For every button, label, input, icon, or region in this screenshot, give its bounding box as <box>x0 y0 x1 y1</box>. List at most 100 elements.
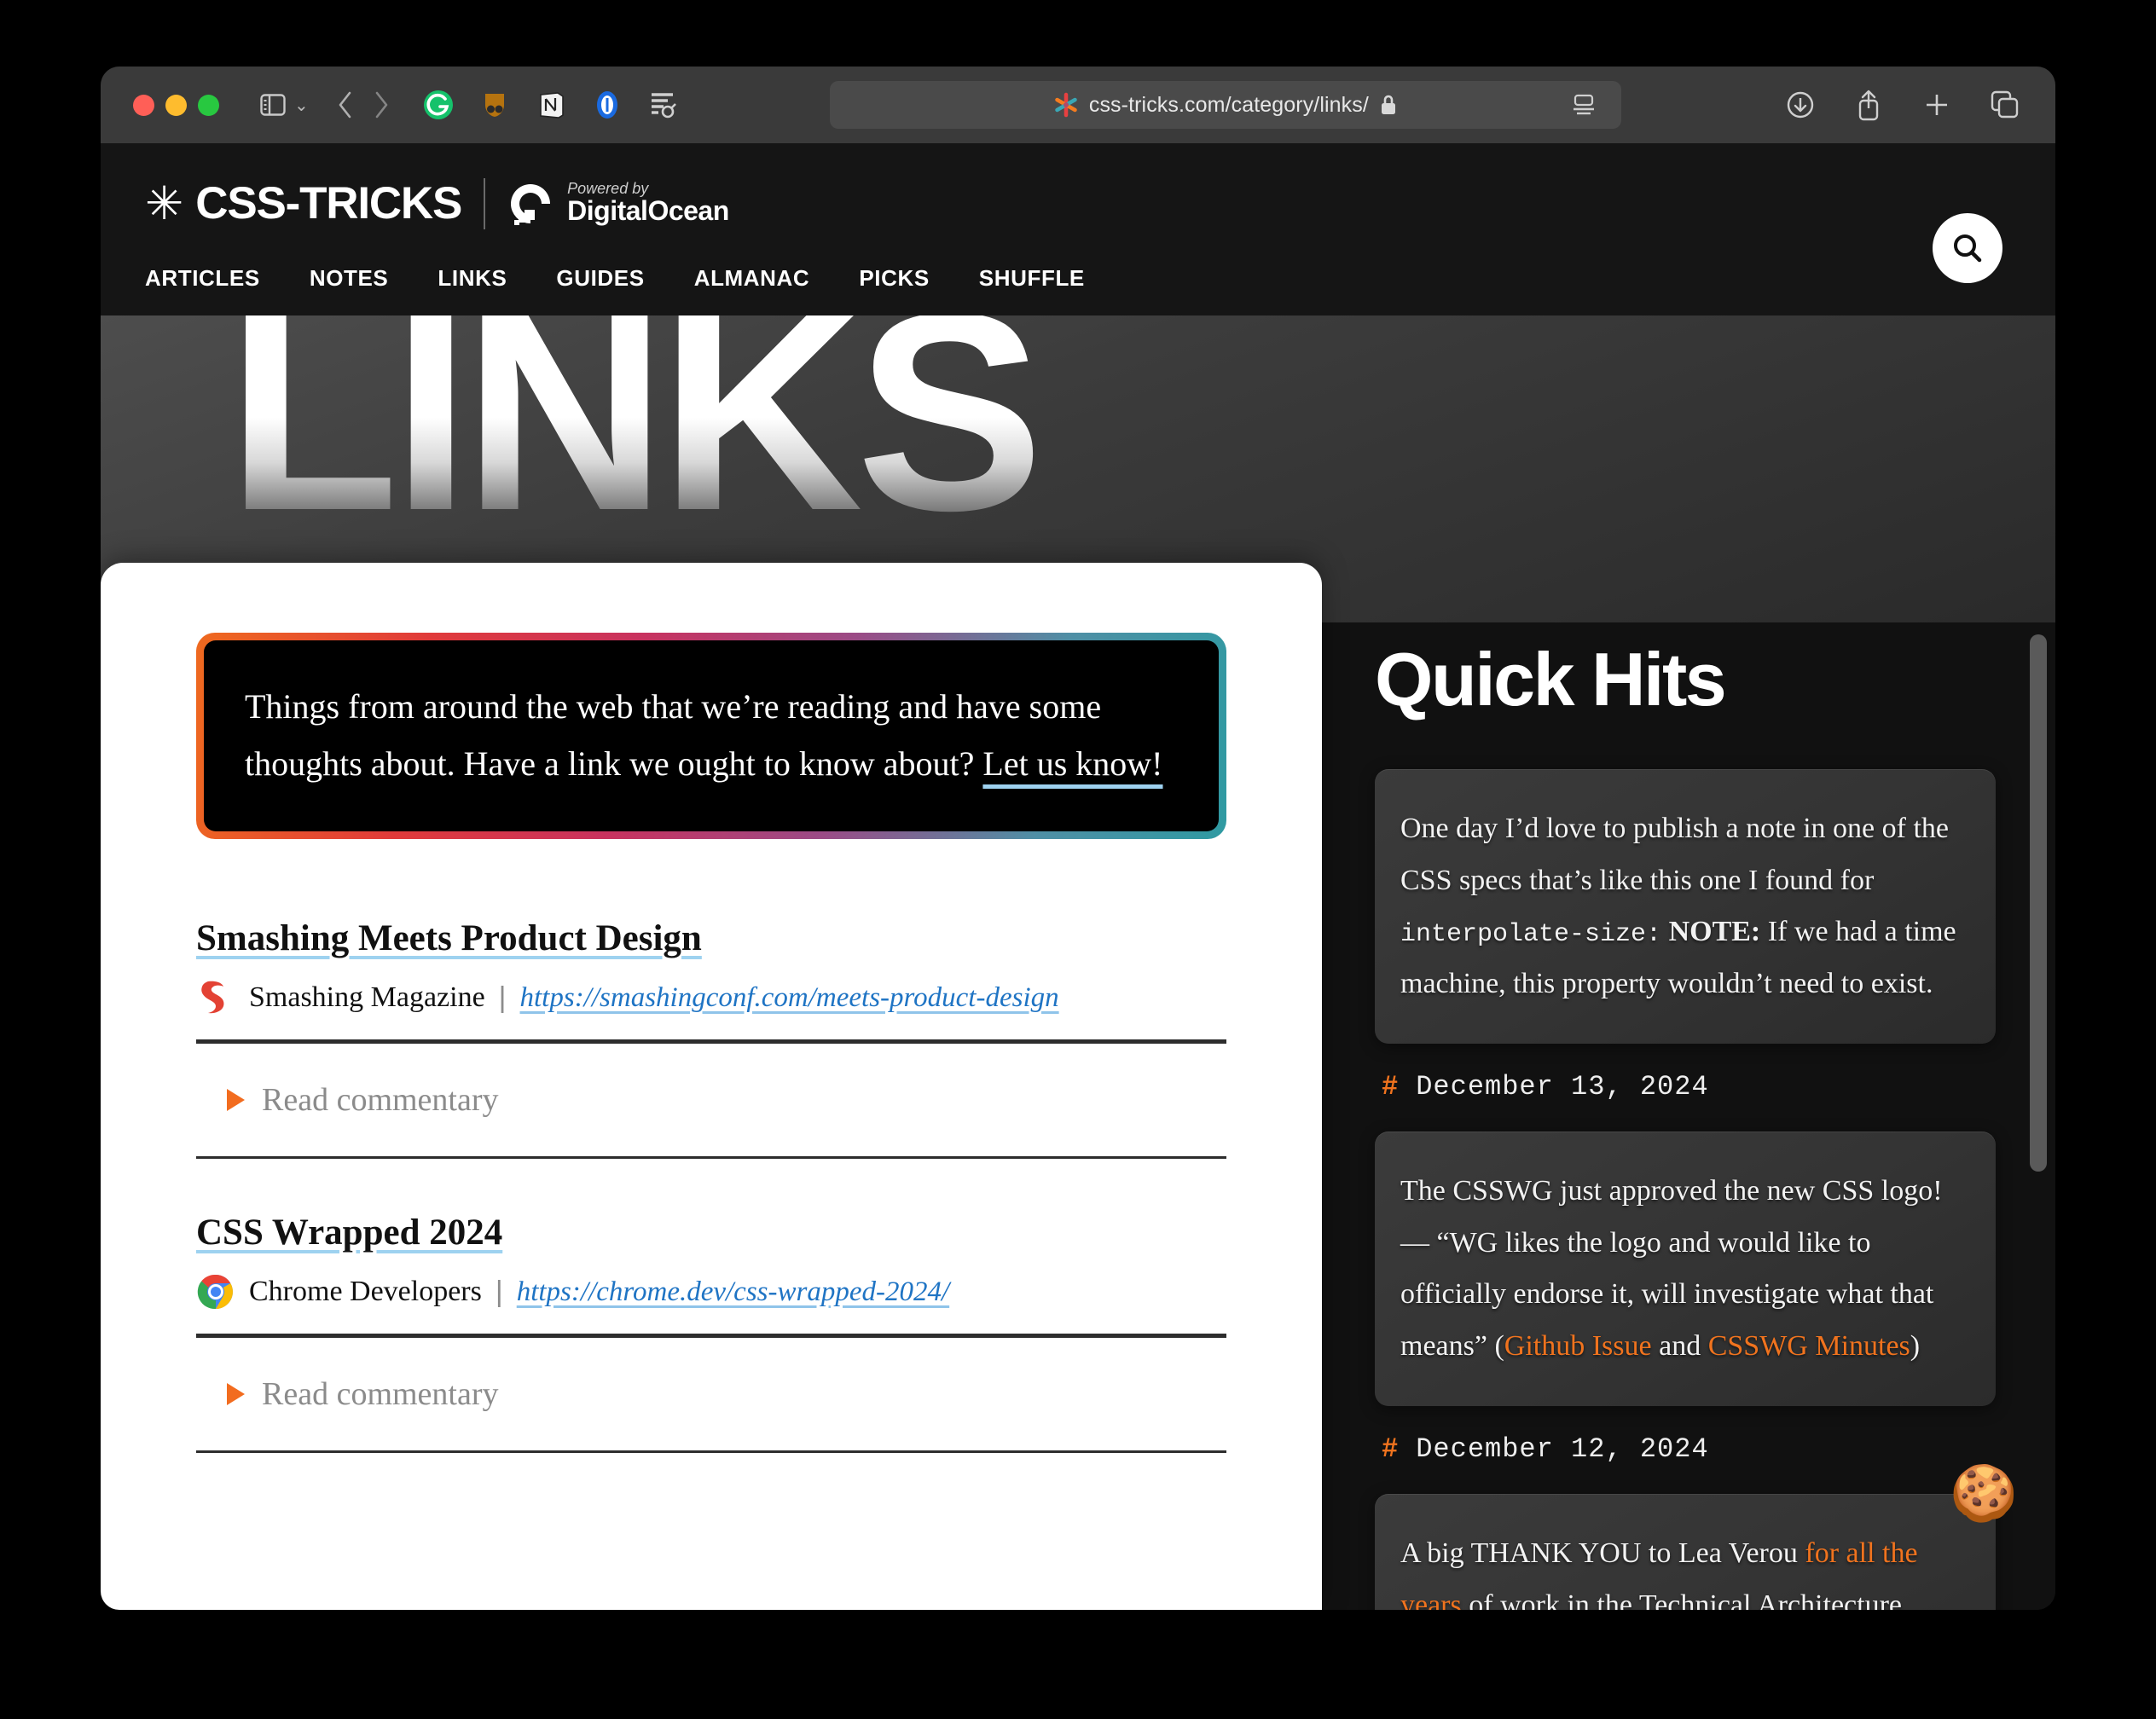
nav-item-links[interactable]: LINKS <box>438 265 507 292</box>
digitalocean-icon <box>511 183 551 225</box>
css-tricks-star-icon: ✳ <box>145 177 184 229</box>
quick-hit-code: interpolate-size: <box>1400 920 1662 950</box>
intro-text-before: Things from around the web that we’re re… <box>245 687 1102 784</box>
quick-hit-date-label: December 12, 2024 <box>1416 1433 1709 1466</box>
link-entry-title[interactable]: Smashing Meets Product Design <box>196 917 702 959</box>
site-brand-name: CSS-TRICKS <box>195 178 462 229</box>
quick-hit-date[interactable]: # December 13, 2024 <box>1382 1071 1996 1103</box>
csswg-minutes-link[interactable]: CSSWG Minutes <box>1708 1330 1910 1362</box>
browser-window: ⌄ css-tricks.com/category/links/ ✳ CSS-T… <box>101 67 2055 1610</box>
quick-hit-mid: and <box>1651 1329 1708 1362</box>
link-entry: CSS Wrapped 2024 Chrome Developers | htt… <box>196 1212 1226 1454</box>
nav-item-notes[interactable]: NOTES <box>310 265 389 292</box>
intro-callout: Things from around the web that we’re re… <box>196 633 1226 840</box>
tab-overview-icon[interactable] <box>1987 87 2023 123</box>
entry-divider-thin <box>196 1156 1226 1160</box>
quick-hit-card: 🍪 A big THANK YOU to Lea Verou for all t… <box>1375 1462 2018 1610</box>
cookie-emoji-icon: 🍪 <box>1950 1462 2018 1525</box>
quick-hit-text: The CSSWG just approved the new CSS logo… <box>1400 1166 1965 1372</box>
chrome-icon <box>196 1272 235 1311</box>
read-commentary-toggle[interactable]: Read commentary <box>196 1338 1226 1450</box>
quick-hit-note-label: NOTE: <box>1661 916 1761 948</box>
raindrop-extension-icon[interactable] <box>646 88 681 122</box>
entry-divider-thin <box>196 1450 1226 1454</box>
quick-hit-card: One day I’d love to publish a note in on… <box>1375 769 1996 1045</box>
sponsor-name: DigitalOcean <box>567 195 729 227</box>
search-icon <box>1954 234 1982 263</box>
hash-anchor-icon: # <box>1382 1433 1400 1466</box>
notion-extension-icon[interactable] <box>534 88 568 122</box>
let-us-know-link[interactable]: Let us know! <box>982 744 1162 783</box>
link-entry: Smashing Meets Product Design Smashing M… <box>196 917 1226 1160</box>
link-entry-source: Smashing Magazine <box>249 981 485 1014</box>
smashing-magazine-icon <box>196 978 235 1017</box>
link-entry-meta: Chrome Developers | https://chrome.dev/c… <box>196 1272 1226 1334</box>
address-bar-container: css-tricks.com/category/links/ <box>681 81 1771 129</box>
nav-item-picks[interactable]: PICKS <box>859 265 929 292</box>
share-icon[interactable] <box>1851 87 1886 123</box>
quick-hit-part1: One day I’d love to publish a note in on… <box>1400 813 1950 896</box>
forward-arrow-icon[interactable] <box>363 87 399 123</box>
window-controls <box>133 94 219 116</box>
grammarly-extension-icon[interactable] <box>421 88 455 122</box>
intro-callout-inner: Things from around the web that we’re re… <box>204 640 1219 832</box>
link-entry-url[interactable]: https://chrome.dev/css-wrapped-2024/ <box>517 1276 949 1308</box>
links-content-card: Things from around the web that we’re re… <box>101 563 1322 1610</box>
page-body: Things from around the web that we’re re… <box>101 563 2055 1610</box>
read-commentary-toggle[interactable]: Read commentary <box>196 1044 1226 1156</box>
css-tricks-star-favicon <box>1055 92 1077 118</box>
downloads-icon[interactable] <box>1782 87 1818 123</box>
close-window-button[interactable] <box>133 94 154 116</box>
url-text: css-tricks.com/category/links/ <box>1088 92 1369 117</box>
bitwarden-extension-icon[interactable] <box>478 88 512 122</box>
toolbar-right-icons <box>1782 87 2023 123</box>
quick-hit-date-label: December 13, 2024 <box>1416 1071 1709 1103</box>
lock-icon <box>1381 95 1395 114</box>
address-bar[interactable]: css-tricks.com/category/links/ <box>829 81 1621 129</box>
1password-extension-icon[interactable] <box>590 88 624 122</box>
page-title: LINKS <box>227 315 1044 553</box>
meta-divider: | <box>495 1275 503 1308</box>
link-entry-url[interactable]: https://smashingconf.com/meets-product-d… <box>520 982 1059 1014</box>
quick-hit-date[interactable]: # December 12, 2024 <box>1382 1433 1996 1465</box>
link-entry-source: Chrome Developers <box>249 1276 482 1308</box>
page-scrollbar[interactable] <box>2030 634 2047 1172</box>
site-logo[interactable]: ✳ CSS-TRICKS <box>145 177 462 229</box>
reader-mode-icon[interactable] <box>1560 88 1608 122</box>
site-header: ✳ CSS-TRICKS Powered by DigitalOcean ART… <box>101 143 2055 315</box>
read-commentary-label: Read commentary <box>262 1376 499 1413</box>
nav-item-almanac[interactable]: ALMANAC <box>694 265 810 292</box>
nav-item-shuffle[interactable]: SHUFFLE <box>979 265 1085 292</box>
sidebar-icon[interactable] <box>255 87 291 123</box>
hash-anchor-icon: # <box>1382 1071 1400 1103</box>
quick-hit-part2: of work in the Technical Architecture Gr… <box>1469 1589 1902 1610</box>
meta-divider: | <box>498 981 507 1014</box>
site-nav: ARTICLES NOTES LINKS GUIDES ALMANAC PICK… <box>145 265 2011 292</box>
link-entry-title[interactable]: CSS Wrapped 2024 <box>196 1212 502 1253</box>
logo-divider <box>484 177 486 229</box>
read-commentary-label: Read commentary <box>262 1082 499 1119</box>
quick-hits-heading: Quick Hits <box>1375 637 1727 721</box>
disclosure-triangle-icon <box>227 1089 245 1112</box>
quick-hit-card: The CSSWG just approved the new CSS logo… <box>1375 1132 1996 1407</box>
quick-hit-text: One day I’d love to publish a note in on… <box>1400 803 1965 1010</box>
link-entry-meta: Smashing Magazine | https://smashingconf… <box>196 978 1226 1039</box>
extension-icons <box>421 88 681 122</box>
github-issue-link[interactable]: Github Issue <box>1504 1330 1652 1362</box>
intro-text: Things from around the web that we’re re… <box>245 678 1178 792</box>
quick-hit-part2: ) <box>1910 1329 1921 1362</box>
browser-toolbar: ⌄ css-tricks.com/category/links/ <box>101 67 2055 143</box>
back-arrow-icon[interactable] <box>327 87 363 123</box>
sponsor-logo[interactable]: Powered by DigitalOcean <box>507 181 729 227</box>
disclosure-triangle-icon <box>227 1383 245 1406</box>
maximize-window-button[interactable] <box>198 94 219 116</box>
quick-hits-sidebar: Quick Hits One day I’d love to publish a… <box>1339 622 2055 1610</box>
search-button[interactable] <box>1933 213 2002 283</box>
minimize-window-button[interactable] <box>165 94 187 116</box>
nav-item-articles[interactable]: ARTICLES <box>145 265 260 292</box>
nav-item-guides[interactable]: GUIDES <box>556 265 644 292</box>
chevron-down-icon[interactable]: ⌄ <box>294 95 309 116</box>
page-viewport: ✳ CSS-TRICKS Powered by DigitalOcean ART… <box>101 143 2055 1610</box>
new-tab-icon[interactable] <box>1919 87 1955 123</box>
quick-hit-part1: A big THANK YOU to Lea Verou <box>1400 1537 1805 1570</box>
